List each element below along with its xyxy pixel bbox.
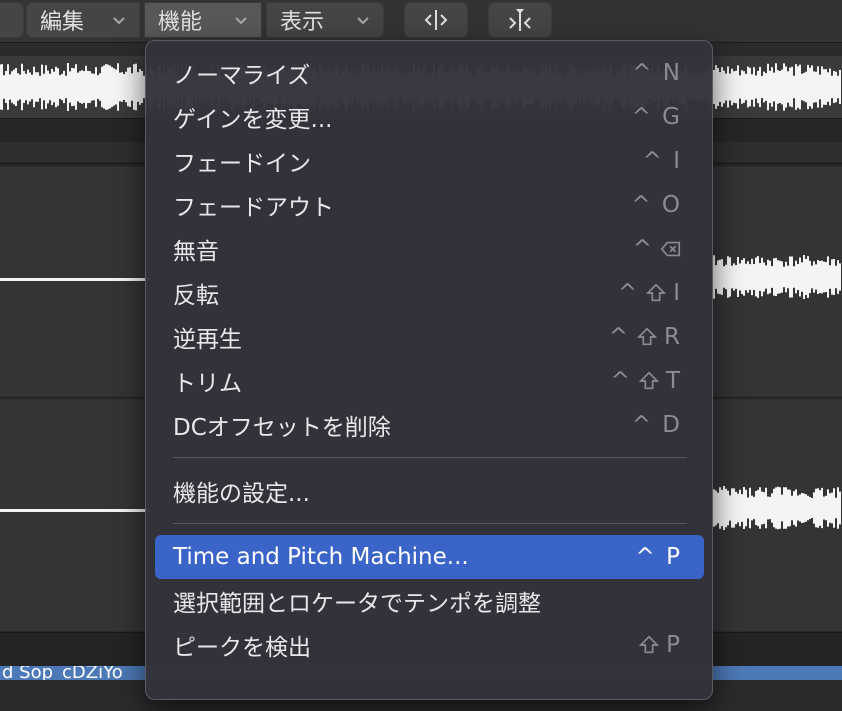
menu-item-detect-peaks[interactable]: ピークを検出 P: [155, 623, 704, 667]
chevron-down-icon: [113, 17, 125, 25]
track-2-level-line: [0, 509, 150, 512]
menu-item-label: ノーマライズ: [173, 63, 311, 89]
menu-separator: [173, 523, 687, 524]
shift-key-icon: [645, 283, 667, 302]
function-dropdown-menu: ノーマライズ ^ N ゲインを変更... ^ G フェードイン ^ I フェード…: [145, 40, 713, 700]
edit-menu-button[interactable]: 編集: [26, 2, 140, 38]
toolbar: 編集 機能 表示: [0, 0, 842, 43]
control-key-label: ^: [617, 280, 640, 306]
shortcut-label: P: [638, 632, 682, 658]
chevron-down-icon: [235, 17, 247, 25]
function-menu-button[interactable]: 機能: [144, 2, 262, 38]
menu-item-time-and-pitch-machine[interactable]: Time and Pitch Machine... ^ P: [155, 535, 704, 579]
menu-item-normalize[interactable]: ノーマライズ ^ N: [155, 51, 704, 95]
track-1-level-line: [0, 278, 150, 281]
view-menu-button[interactable]: 表示: [266, 2, 384, 38]
shift-key-icon: [636, 327, 658, 346]
menu-separator: [173, 457, 687, 458]
control-key-label: ^: [632, 236, 654, 262]
key-letter-label: P: [666, 632, 682, 658]
menu-item-change-gain[interactable]: ゲインを変更... ^ G: [155, 95, 704, 139]
menu-item-function-settings[interactable]: 機能の設定...: [155, 469, 704, 513]
shortcut-label: ^: [633, 236, 682, 262]
toolbar-previous-menu-button[interactable]: [0, 2, 24, 38]
shift-key-icon: [638, 371, 660, 390]
key-letter-label: T: [665, 368, 682, 394]
split-horizontal-icon: [424, 10, 448, 30]
menu-item-label: 無音: [173, 239, 219, 265]
menu-item-trim[interactable]: トリム ^ T: [155, 359, 704, 403]
edit-menu-label: 編集: [40, 10, 85, 35]
control-key-label: ^: [610, 368, 632, 394]
menu-item-fade-in[interactable]: フェードイン ^ I: [155, 139, 704, 183]
control-key-label: ^: [608, 324, 631, 350]
shortcut-label: ^ O: [631, 192, 682, 218]
menu-item-invert[interactable]: 反転 ^ I: [155, 271, 704, 315]
shortcut-label: ^ N: [632, 60, 682, 86]
marker-split-icon: [509, 9, 531, 31]
menu-item-label: トリム: [173, 371, 242, 397]
key-letter-label: R: [664, 324, 682, 350]
menu-item-label: DCオフセットを削除: [173, 415, 391, 441]
menu-item-label: ピークを検出: [173, 635, 311, 661]
shortcut-label: ^ R: [609, 324, 682, 350]
menu-item-fade-out[interactable]: フェードアウト ^ O: [155, 183, 704, 227]
shortcut-label: ^ T: [611, 368, 682, 394]
marker-split-button[interactable]: [488, 2, 552, 38]
shortcut-label: ^ G: [631, 104, 682, 130]
function-menu-label: 機能: [158, 10, 203, 35]
view-menu-label: 表示: [280, 10, 325, 35]
shortcut-label: ^ D: [631, 412, 682, 438]
track-2-waveform: [712, 486, 841, 530]
track-1-waveform: [712, 255, 841, 299]
menu-item-label: 機能の設定...: [173, 481, 310, 507]
chevron-down-icon: [357, 17, 369, 25]
menu-item-label: フェードイン: [173, 151, 311, 177]
shortcut-label: ^ I: [642, 148, 682, 174]
shift-key-icon: [638, 635, 660, 654]
menu-item-label: 反転: [173, 283, 219, 309]
split-button[interactable]: [404, 2, 468, 38]
shortcut-label: ^ I: [618, 280, 682, 306]
delete-key-icon: [660, 241, 681, 257]
menu-item-label: 選択範囲とロケータでテンポを調整: [173, 591, 541, 617]
key-letter-label: I: [673, 280, 682, 306]
menu-item-partially-hidden[interactable]: [155, 667, 704, 711]
menu-item-label: ゲインを変更...: [173, 107, 333, 133]
menu-item-label: 逆再生: [173, 327, 242, 353]
menu-item-label: フェードアウト: [173, 195, 334, 221]
menu-item-label: Time and Pitch Machine...: [173, 544, 469, 570]
menu-item-reverse[interactable]: 逆再生 ^ R: [155, 315, 704, 359]
menu-item-silence[interactable]: 無音 ^: [155, 227, 704, 271]
menu-item-adjust-tempo[interactable]: 選択範囲とロケータでテンポを調整: [155, 579, 704, 623]
shortcut-label: ^ P: [635, 544, 682, 570]
menu-item-remove-dc-offset[interactable]: DCオフセットを削除 ^ D: [155, 403, 704, 447]
